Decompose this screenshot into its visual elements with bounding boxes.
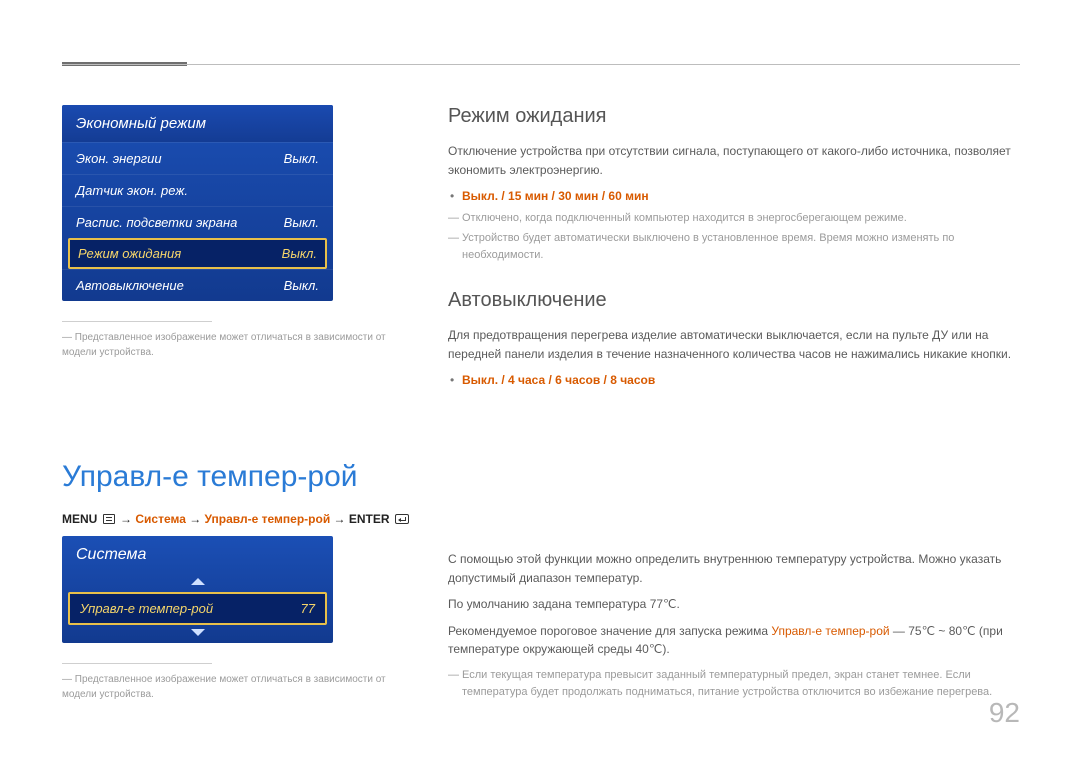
standby-note-2: Устройство будет автоматически выключено… (448, 230, 1020, 263)
footnote-text: Представленное изображение может отличат… (62, 664, 402, 702)
footnote-text: Представленное изображение может отличат… (62, 322, 402, 360)
standby-note-1: Отключено, когда подключенный компьютер … (448, 210, 1020, 227)
eco-item-label: Автовыключение (76, 278, 184, 293)
eco-item-value: Выкл. (284, 278, 319, 293)
system-menu: Система Управл-е темпер-рой 77 (62, 536, 333, 643)
temp-p3: Рекомендуемое пороговое значение для зап… (448, 622, 1020, 659)
system-item-value: 77 (301, 601, 315, 616)
eco-item-energy[interactable]: Экон. энергии Выкл. (62, 142, 333, 174)
eco-item-label: Распис. подсветки экрана (76, 215, 237, 230)
eco-menu-title: Экономный режим (62, 105, 333, 142)
autooff-section: Автовыключение Для предотвращения перегр… (448, 289, 1020, 390)
standby-options-text: Выкл. / 15 мин / 30 мин / 60 мин (462, 189, 649, 203)
chevron-down-icon[interactable] (62, 625, 333, 643)
left-column: Экономный режим Экон. энергии Выкл. Датч… (62, 105, 422, 702)
right-column: Режим ожидания Отключение устройства при… (448, 105, 1020, 726)
eco-item-label: Экон. энергии (76, 151, 162, 166)
menu-icon (103, 514, 115, 524)
standby-heading: Режим ожидания (448, 105, 1020, 128)
autooff-options-text: Выкл. / 4 часа / 6 часов / 8 часов (462, 373, 655, 387)
temp-p3-a: Рекомендуемое пороговое значение для зап… (448, 624, 771, 638)
eco-item-autooff[interactable]: Автовыключение Выкл. (62, 269, 333, 301)
eco-item-label: Режим ожидания (78, 246, 181, 261)
menu-path-enter: ENTER (349, 512, 390, 526)
autooff-desc: Для предотвращения перегрева изделие авт… (448, 326, 1020, 363)
eco-item-value: Выкл. (284, 151, 319, 166)
page-number: 92 (989, 697, 1020, 729)
chevron-up-icon[interactable] (62, 574, 333, 592)
temp-p3-b: Управл-е темпер-рой (771, 624, 889, 638)
standby-desc: Отключение устройства при отсутствии сиг… (448, 142, 1020, 179)
eco-item-label: Датчик экон. реж. (76, 183, 188, 198)
eco-item-standby[interactable]: Режим ожидания Выкл. (68, 238, 327, 269)
menu-path-temp: Управл-е темпер-рой (205, 512, 331, 526)
system-menu-title: Система (62, 536, 333, 574)
menu-path-system: Система (135, 512, 186, 526)
system-item-temperature[interactable]: Управл-е темпер-рой 77 (68, 592, 327, 625)
standby-options: Выкл. / 15 мин / 30 мин / 60 мин (448, 187, 1020, 206)
header-rule-thin (62, 64, 1020, 65)
menu-path-menu: MENU (62, 512, 97, 526)
autooff-heading: Автовыключение (448, 289, 1020, 312)
temp-p2: По умолчанию задана температура 77℃. (448, 595, 1020, 614)
eco-item-backlight[interactable]: Распис. подсветки экрана Выкл. (62, 206, 333, 238)
eco-item-value: Выкл. (282, 246, 317, 261)
autooff-options: Выкл. / 4 часа / 6 часов / 8 часов (448, 371, 1020, 390)
temp-note: Если текущая температура превысит заданн… (448, 667, 1020, 700)
menu-path: MENU → Система → Управл-е темпер-рой → E… (62, 512, 422, 526)
section-title-temperature: Управл-е темпер-рой (62, 460, 422, 494)
system-item-label: Управл-е темпер-рой (80, 601, 213, 616)
eco-menu: Экономный режим Экон. энергии Выкл. Датч… (62, 105, 333, 301)
enter-icon (395, 514, 409, 524)
temperature-section: С помощью этой функции можно определить … (448, 550, 1020, 700)
eco-item-sensor[interactable]: Датчик экон. реж. (62, 174, 333, 206)
eco-item-value: Выкл. (284, 215, 319, 230)
standby-section: Режим ожидания Отключение устройства при… (448, 105, 1020, 263)
temp-p1: С помощью этой функции можно определить … (448, 550, 1020, 587)
